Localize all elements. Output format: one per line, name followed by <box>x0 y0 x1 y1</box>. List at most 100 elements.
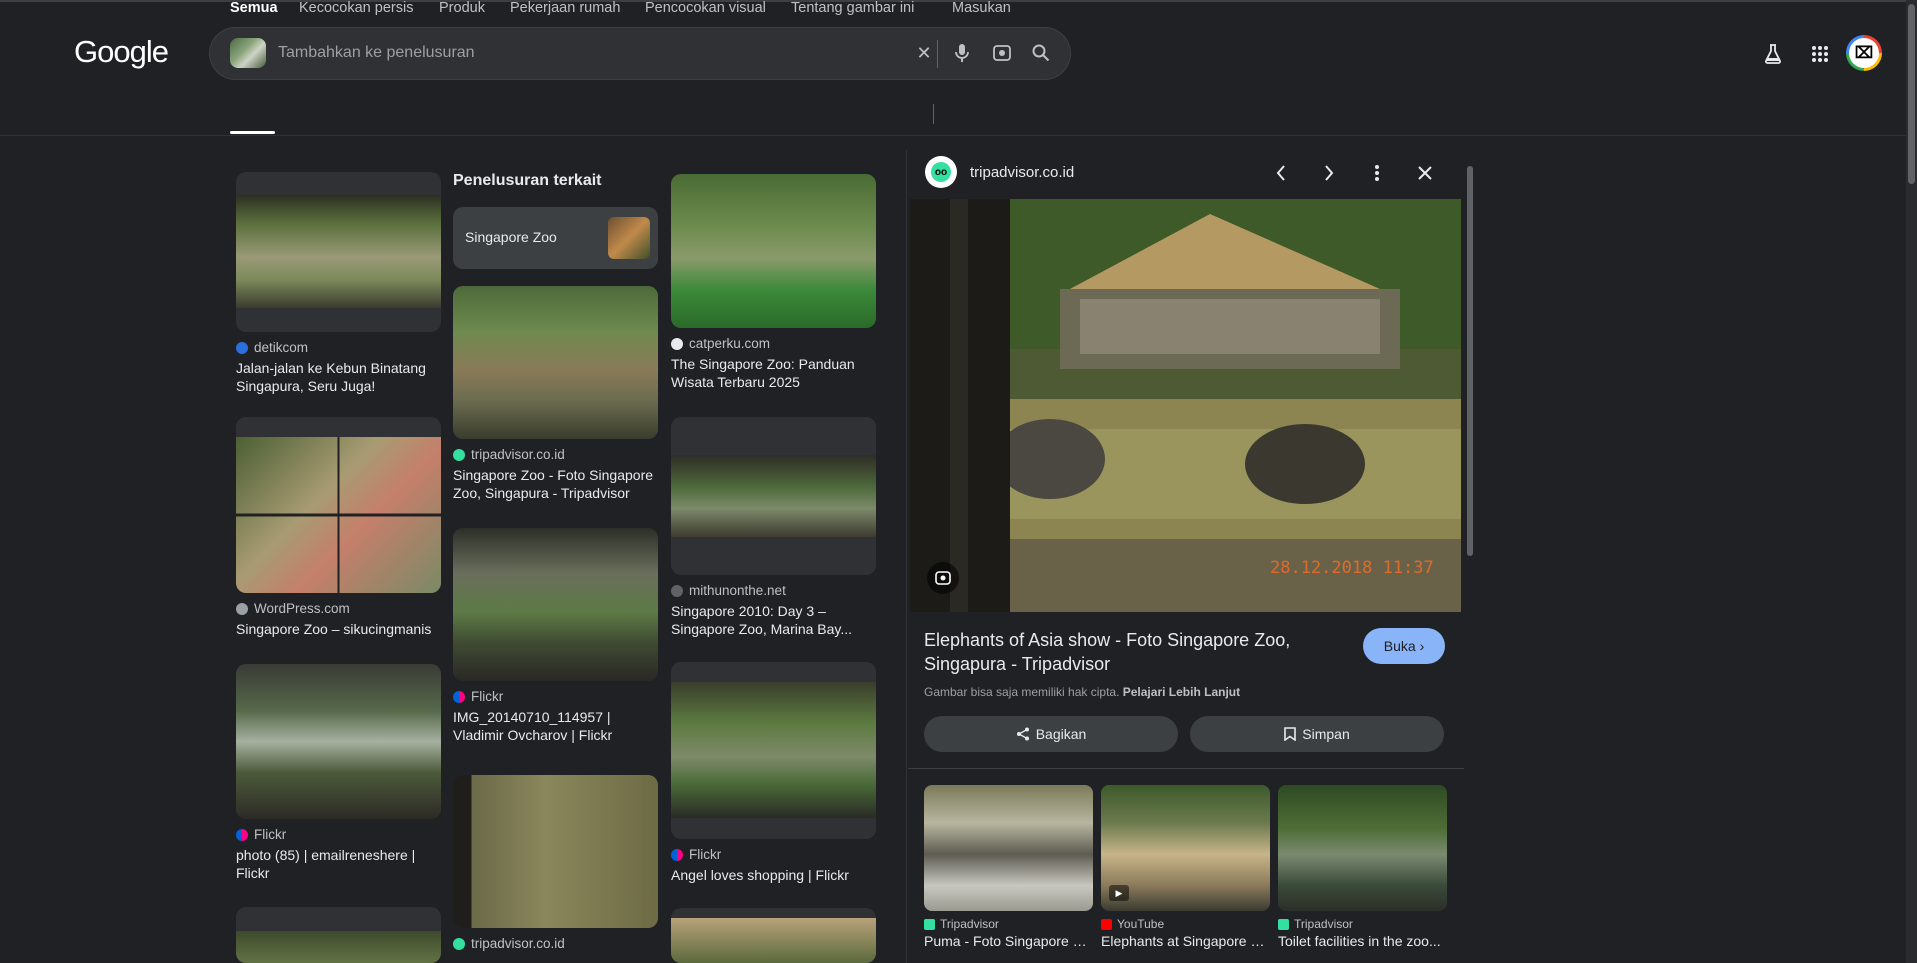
close-icon[interactable] <box>1412 160 1438 186</box>
tab-about-image[interactable]: Tentang gambar ini <box>791 0 914 16</box>
lens-icon[interactable] <box>990 41 1014 65</box>
preview-site-name[interactable]: tripadvisor.co.id <box>970 164 1074 181</box>
result-image[interactable] <box>671 174 876 328</box>
related-search-chip[interactable]: Singapore Zoo <box>453 207 658 269</box>
result-source: Flickr <box>471 689 504 704</box>
result-title[interactable]: Jalan-jalan ke Kebun Binatang Singapura,… <box>236 359 441 395</box>
tab-visual-matches[interactable]: Pencocokan visual <box>645 0 766 16</box>
result-image[interactable] <box>453 286 658 439</box>
related-image-item[interactable]: Tripadvisor Toilet facilities in the zoo… <box>1278 785 1447 949</box>
result-title[interactable]: Angel loves shopping | Flickr <box>671 866 876 884</box>
result-card[interactable]: Flickr photo (85) | emailreneshere | Fli… <box>236 664 441 882</box>
result-image[interactable] <box>236 417 441 593</box>
apps-grid-icon[interactable] <box>1806 40 1834 68</box>
copyright-notice: Gambar bisa saja memiliki hak cipta. Pel… <box>924 685 1240 699</box>
copyright-text: Gambar bisa saja memiliki hak cipta. <box>924 685 1120 699</box>
next-icon[interactable] <box>1316 160 1342 186</box>
result-image[interactable] <box>236 907 441 963</box>
preview-main-image[interactable]: 28.12.2018 11:37 <box>910 199 1461 612</box>
more-options-icon[interactable] <box>1364 160 1390 186</box>
result-card[interactable]: detikcom Jalan-jalan ke Kebun Binatang S… <box>236 172 441 395</box>
result-card[interactable]: catperku.com The Singapore Zoo: Panduan … <box>671 174 876 391</box>
mic-icon[interactable] <box>950 41 974 65</box>
result-title[interactable]: Singapore Zoo – sikucingmanis <box>236 620 441 638</box>
result-title[interactable]: Singapore Zoo - Foto Singapore Zoo, Sing… <box>453 466 658 502</box>
labs-flask-icon[interactable] <box>1759 40 1787 68</box>
related-image[interactable] <box>924 785 1093 911</box>
result-image[interactable] <box>453 775 658 928</box>
result-card[interactable] <box>236 907 441 963</box>
result-source: mithunonthe.net <box>689 583 786 598</box>
search-bar[interactable]: Tambahkan ke penelusuran ✕ <box>210 28 1070 79</box>
result-card[interactable]: mithunonthe.net Singapore 2010: Day 3 – … <box>671 417 876 638</box>
youtube-favicon-icon <box>1101 918 1112 930</box>
result-card[interactable]: tripadvisor.co.id <box>453 775 658 951</box>
detik-favicon-icon <box>236 341 248 354</box>
open-button[interactable]: Buka › <box>1363 628 1445 664</box>
result-image[interactable] <box>236 664 441 819</box>
related-image-item[interactable]: Tripadvisor Puma - Foto Singapore Zoo... <box>924 785 1093 949</box>
query-image-thumbnail[interactable] <box>230 38 266 68</box>
tab-exact-match[interactable]: Kecocokan persis <box>299 0 413 16</box>
header-divider <box>0 135 1917 136</box>
tab-divider <box>933 104 934 124</box>
result-image[interactable] <box>671 662 876 839</box>
related-search-label: Singapore Zoo <box>465 229 557 245</box>
save-label: Simpan <box>1302 726 1350 742</box>
tab-feedback[interactable]: Masukan <box>952 0 1011 16</box>
avatar-glyph-icon: ⌧ <box>1849 38 1879 68</box>
page-scrollbar-thumb[interactable] <box>1908 4 1915 184</box>
related-image-item[interactable]: ▶ YouTube Elephants at Singapore Zoo... <box>1101 785 1270 949</box>
account-avatar[interactable]: ⌧ <box>1846 35 1882 71</box>
result-title[interactable]: The Singapore Zoo: Panduan Wisata Terbar… <box>671 355 876 391</box>
result-source: tripadvisor.co.id <box>471 936 565 951</box>
save-button[interactable]: Simpan <box>1190 716 1444 752</box>
result-source: detikcom <box>254 340 309 355</box>
clear-icon[interactable]: ✕ <box>912 41 936 65</box>
result-source: tripadvisor.co.id <box>471 447 565 462</box>
result-card[interactable]: WordPress.com Singapore Zoo – sikucingma… <box>236 417 441 638</box>
result-image[interactable] <box>671 417 876 575</box>
bookmark-icon <box>1284 727 1297 741</box>
result-image[interactable] <box>236 172 441 332</box>
panel-scrollbar[interactable] <box>1467 166 1473 556</box>
result-card[interactable] <box>671 908 876 963</box>
result-title[interactable]: photo (85) | emailreneshere | Flickr <box>236 846 441 882</box>
page-scrollbar-track[interactable] <box>1906 0 1917 963</box>
result-card[interactable]: Flickr Angel loves shopping | Flickr <box>671 662 876 884</box>
flickr-favicon-icon <box>236 828 248 841</box>
related-source: YouTube <box>1117 917 1165 931</box>
result-image[interactable] <box>453 528 658 681</box>
related-image[interactable] <box>1278 785 1447 911</box>
previous-icon[interactable] <box>1268 160 1294 186</box>
search-input[interactable]: Tambahkan ke penelusuran <box>278 44 475 62</box>
result-title[interactable]: IMG_20140710_114957 | Vladimir Ovcharov … <box>453 708 658 744</box>
preview-site-favicon: oo <box>925 156 957 188</box>
tab-products[interactable]: Produk <box>439 0 485 16</box>
visual-search-icon[interactable] <box>927 562 959 594</box>
active-tab-indicator <box>230 131 275 134</box>
result-source: WordPress.com <box>254 601 350 616</box>
tripadvisor-favicon-icon <box>453 937 465 950</box>
result-source: catperku.com <box>689 336 771 351</box>
learn-more-link[interactable]: Pelajari Lebih Lanjut <box>1123 685 1240 699</box>
result-card[interactable]: tripadvisor.co.id Singapore Zoo - Foto S… <box>453 286 658 502</box>
tab-homework[interactable]: Pekerjaan rumah <box>510 0 620 16</box>
search-divider <box>937 40 938 68</box>
preview-title[interactable]: Elephants of Asia show - Foto Singapore … <box>924 628 1304 676</box>
google-logo[interactable]: Google <box>74 34 169 70</box>
related-image[interactable]: ▶ <box>1101 785 1270 911</box>
related-title[interactable]: Puma - Foto Singapore Zoo... <box>924 933 1093 949</box>
result-title[interactable]: Singapore 2010: Day 3 – Singapore Zoo, M… <box>671 602 876 638</box>
search-icon[interactable] <box>1029 41 1053 65</box>
tripadvisor-favicon-icon <box>1278 918 1289 930</box>
result-card[interactable]: Flickr IMG_20140710_114957 | Vladimir Ov… <box>453 528 658 744</box>
result-image[interactable] <box>671 908 876 963</box>
photo-timestamp: 28.12.2018 11:37 <box>1270 558 1434 578</box>
tripadvisor-favicon-icon <box>924 918 935 930</box>
related-title[interactable]: Elephants at Singapore Zoo... <box>1101 933 1270 949</box>
share-button[interactable]: Bagikan <box>924 716 1178 752</box>
related-search-thumbnail <box>608 217 650 259</box>
tab-all[interactable]: Semua <box>230 0 278 16</box>
related-title[interactable]: Toilet facilities in the zoo... <box>1278 933 1447 949</box>
